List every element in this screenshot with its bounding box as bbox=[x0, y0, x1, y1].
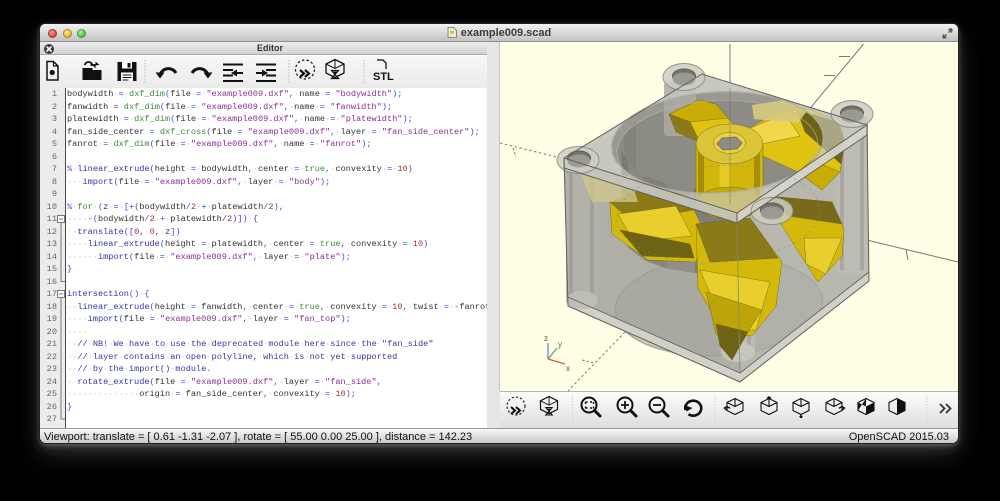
svg-text:z: z bbox=[544, 334, 548, 343]
svg-text:x: x bbox=[566, 364, 570, 373]
svg-text:STL: STL bbox=[373, 71, 394, 83]
svg-text:y: y bbox=[558, 340, 562, 349]
